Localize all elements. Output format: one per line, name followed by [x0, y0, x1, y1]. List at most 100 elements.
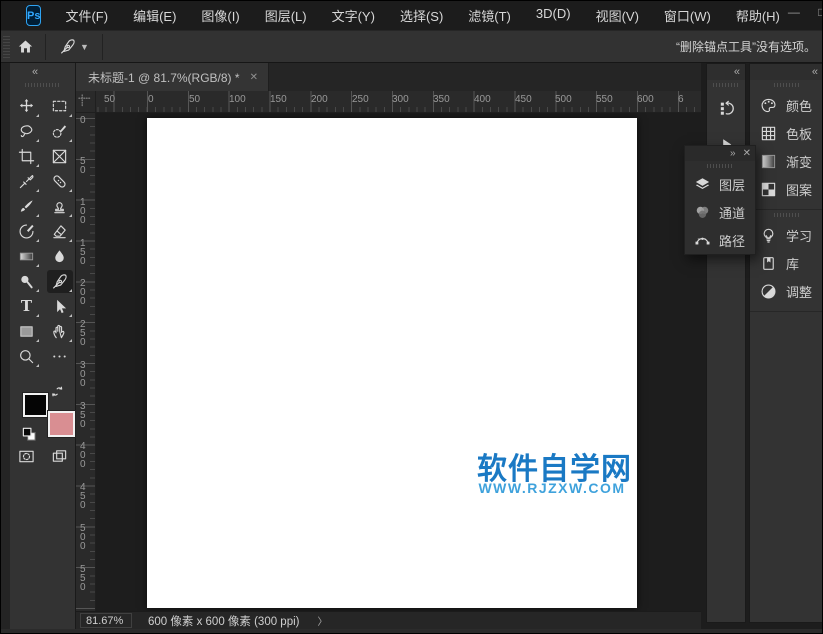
- tool-button[interactable]: [47, 195, 73, 218]
- tool-button[interactable]: [14, 120, 40, 143]
- tool-button[interactable]: T: [14, 295, 40, 318]
- tool-button[interactable]: [14, 220, 40, 243]
- photoshop-logo-icon: Ps: [26, 5, 41, 26]
- expand-panel-button[interactable]: »: [730, 148, 736, 159]
- tool-button[interactable]: [14, 270, 40, 293]
- panel-tab[interactable]: 库: [750, 249, 823, 277]
- menu-item[interactable]: 选择(S): [400, 6, 443, 25]
- tool-button[interactable]: [47, 120, 73, 143]
- zoom-level-field[interactable]: 81.67%: [80, 613, 132, 628]
- tool-preset-picker[interactable]: ▼: [51, 38, 97, 55]
- panel-grip[interactable]: [774, 83, 800, 87]
- menu-item[interactable]: 图层(L): [265, 6, 307, 25]
- panel-tab[interactable]: 调整: [750, 277, 823, 305]
- ruler-label: 400: [80, 442, 89, 469]
- floating-panel: » ✕ 图层 通道 路径: [684, 145, 756, 255]
- flyout-indicator: [36, 189, 39, 192]
- document-canvas[interactable]: 软件自学网 WWW.RJZXW.COM: [147, 118, 637, 608]
- document-tab[interactable]: 未标题-1 @ 81.7%(RGB/8) * ✕: [76, 63, 269, 91]
- tool-button[interactable]: [47, 270, 73, 293]
- panel-tab[interactable]: 学习: [750, 221, 823, 249]
- zoom-icon: [18, 348, 35, 365]
- ruler-origin-corner[interactable]: [76, 91, 96, 113]
- quick-mask-button[interactable]: [14, 445, 40, 468]
- menu-item[interactable]: 滤镜(T): [468, 6, 511, 25]
- flyout-indicator: [69, 339, 72, 342]
- menu-item[interactable]: 文字(Y): [332, 6, 375, 25]
- tool-button[interactable]: [14, 245, 40, 268]
- menu-item[interactable]: 视图(V): [596, 6, 639, 25]
- panel-tab[interactable]: 图案: [750, 175, 823, 203]
- canvas-area[interactable]: 050100150200250300350400450500550 软件自学网 …: [76, 113, 701, 611]
- swap-colors-icon[interactable]: [52, 383, 69, 400]
- menu-item[interactable]: 窗口(W): [664, 6, 711, 25]
- panel-button[interactable]: [710, 93, 742, 123]
- home-icon: [17, 38, 34, 55]
- tool-button[interactable]: [14, 95, 40, 118]
- panel-tab[interactable]: 色板: [750, 119, 823, 147]
- tool-button[interactable]: [47, 345, 73, 368]
- menu-item[interactable]: 帮助(H): [736, 6, 780, 25]
- tool-button[interactable]: [47, 295, 73, 318]
- crop-icon: [18, 148, 35, 165]
- menu-item[interactable]: 文件(F): [65, 6, 108, 25]
- tool-button[interactable]: [14, 145, 40, 168]
- flyout-indicator: [36, 314, 39, 317]
- flyout-indicator: [36, 114, 39, 117]
- status-chevron-icon[interactable]: 〉: [318, 613, 328, 628]
- flyout-indicator: [36, 339, 39, 342]
- panel-tab[interactable]: 渐变: [750, 147, 823, 175]
- collapse-panels-button[interactable]: «: [734, 66, 740, 78]
- minimize-button[interactable]: —: [780, 1, 808, 23]
- panel-label: 调整: [786, 282, 812, 301]
- foreground-color-swatch[interactable]: [23, 393, 48, 417]
- tool-button[interactable]: [14, 345, 40, 368]
- panel-grip[interactable]: [774, 213, 800, 217]
- tool-button[interactable]: [14, 320, 40, 343]
- separator: [102, 34, 103, 60]
- collapse-panels-button[interactable]: «: [812, 66, 818, 78]
- ruler-label: 450: [515, 94, 532, 105]
- collapse-toolbar-button[interactable]: «: [32, 66, 38, 78]
- home-button[interactable]: [10, 35, 40, 59]
- tool-button[interactable]: [47, 220, 73, 243]
- tab-close-icon[interactable]: ✕: [250, 72, 258, 83]
- tool-button[interactable]: [47, 245, 73, 268]
- toolbar-grip[interactable]: [25, 83, 61, 87]
- tool-button[interactable]: [14, 170, 40, 193]
- ruler-label: 250: [352, 94, 369, 105]
- tool-button[interactable]: [47, 95, 73, 118]
- horizontal-ruler[interactable]: 500501001502002503003504004505005506006: [96, 91, 701, 113]
- document-size-info: 600 像素 x 600 像素 (300 ppi): [148, 613, 300, 629]
- vertical-ruler[interactable]: 050100150200250300350400450500550: [76, 113, 96, 611]
- panel-tab[interactable]: 通道: [685, 198, 755, 226]
- tool-button[interactable]: [14, 195, 40, 218]
- screen-mode-button[interactable]: [47, 445, 73, 468]
- options-bar-grip[interactable]: [3, 36, 10, 58]
- tool-button[interactable]: [47, 320, 73, 343]
- tool-button[interactable]: [47, 145, 73, 168]
- ruler-label: 6: [678, 94, 684, 105]
- tool-button[interactable]: [47, 170, 73, 193]
- panel-tab[interactable]: 图层: [685, 170, 755, 198]
- ruler-label: 0: [80, 116, 89, 125]
- chevron-down-icon: ▼: [80, 42, 89, 52]
- panel-tab[interactable]: 路径: [685, 226, 755, 254]
- panel-tab[interactable]: 颜色: [750, 91, 823, 119]
- quick-mask-icon: [18, 448, 35, 465]
- ruler-label: 450: [80, 483, 89, 510]
- default-colors-icon[interactable]: [21, 426, 38, 443]
- background-color-swatch[interactable]: [48, 411, 75, 437]
- gradient-icon: [18, 248, 35, 265]
- object-selection-icon: [51, 123, 68, 140]
- panel-grip[interactable]: [713, 83, 739, 87]
- menu-item[interactable]: 3D(D): [536, 6, 571, 25]
- close-panel-icon[interactable]: ✕: [743, 148, 751, 159]
- frame-icon: [51, 148, 68, 165]
- maximize-button[interactable]: □: [808, 1, 823, 23]
- type-icon: T: [21, 299, 32, 314]
- panel-grip[interactable]: [707, 164, 733, 168]
- menu-item[interactable]: 图像(I): [201, 6, 239, 25]
- menu-item[interactable]: 编辑(E): [133, 6, 176, 25]
- panel-label: 颜色: [786, 96, 812, 115]
